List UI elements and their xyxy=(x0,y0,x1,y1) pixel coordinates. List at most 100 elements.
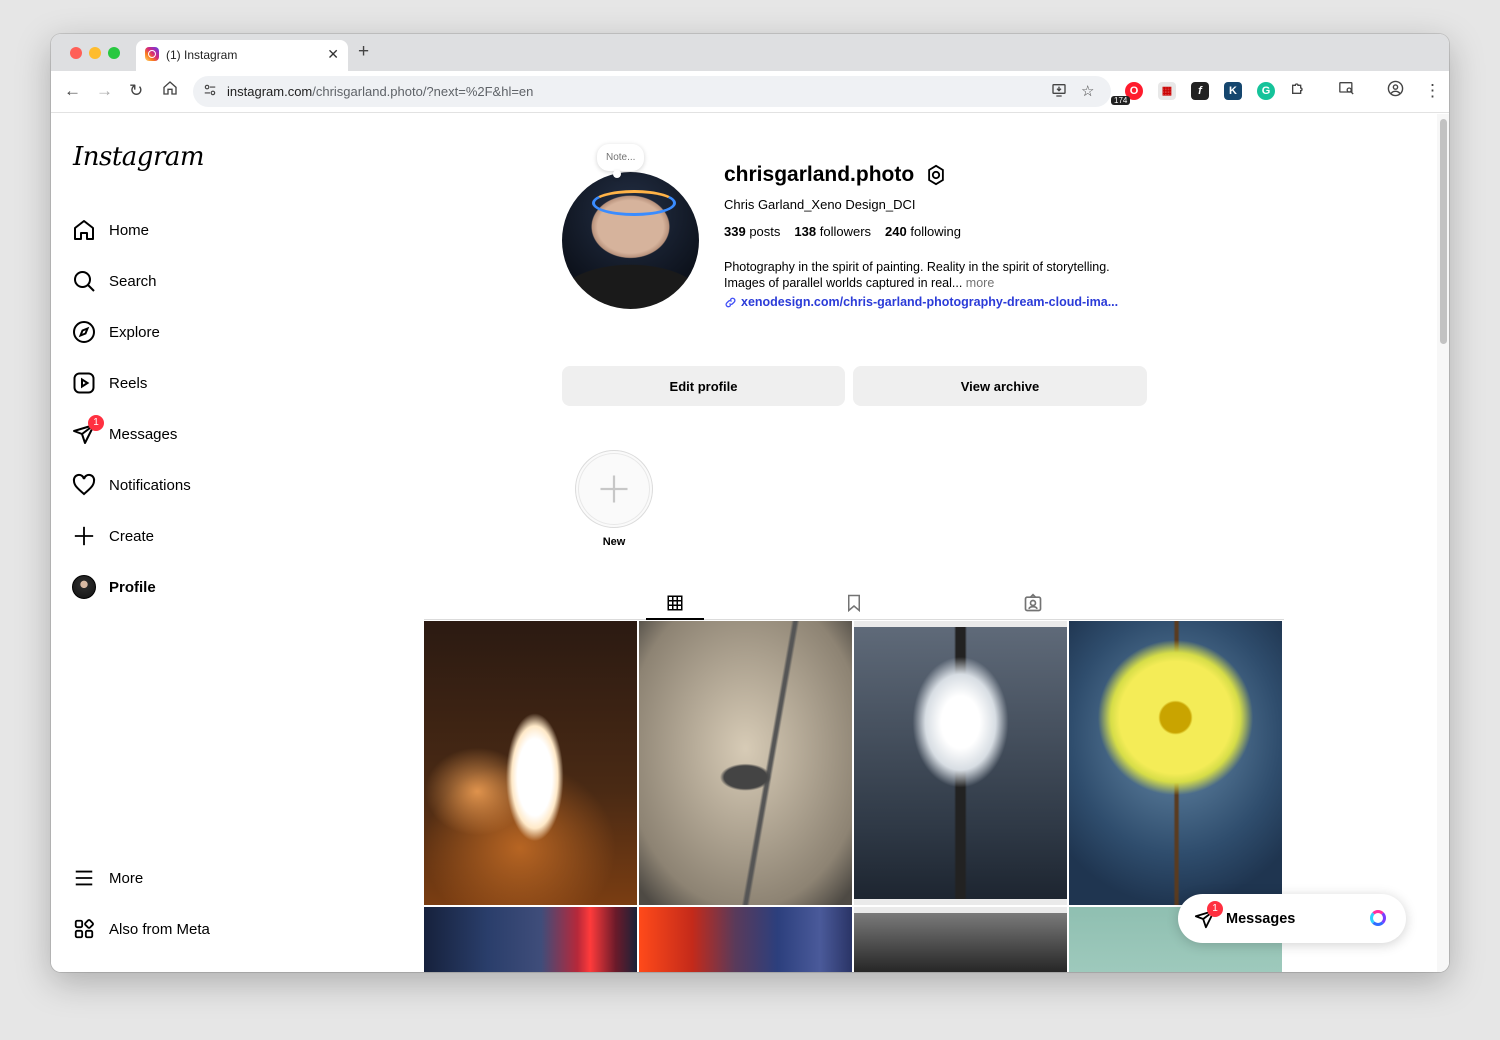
plus-icon xyxy=(600,475,628,503)
extension-badge: 174 xyxy=(1111,96,1131,105)
grammarly-extension-icon[interactable]: G xyxy=(1257,82,1275,100)
new-story-label: New xyxy=(602,536,626,548)
meta-ai-ring-icon[interactable] xyxy=(1370,910,1386,926)
forward-icon[interactable]: → xyxy=(96,80,113,102)
sidebar-item-label: Create xyxy=(109,527,155,545)
profile-username: chrisgarland.photo xyxy=(724,163,915,186)
reload-icon[interactable]: ↻ xyxy=(129,80,143,102)
profile-bio: Photography in the spirit of painting. R… xyxy=(724,260,1110,290)
settings-gear-icon[interactable] xyxy=(925,164,947,191)
sidebar-item-home[interactable]: Home xyxy=(71,215,149,245)
messenger-icon: 1 xyxy=(71,415,104,447)
profile-website-link[interactable]: xenodesign.com/chris-garland-photography… xyxy=(724,295,1118,309)
grid-icon xyxy=(667,595,683,611)
sidebar-item-notifications[interactable]: Notifications xyxy=(71,470,191,500)
post-thumbnail[interactable] xyxy=(424,621,637,905)
sidebar-item-label: Home xyxy=(109,221,150,239)
sidebar-item-search[interactable]: Search xyxy=(71,266,157,296)
tab-close-icon[interactable]: ✕ xyxy=(327,46,339,63)
notification-badge: 1 xyxy=(1207,900,1223,917)
plus-icon xyxy=(71,523,97,549)
tabs-divider xyxy=(424,619,1284,620)
window-minimize-button[interactable] xyxy=(89,47,101,59)
posts-stat: 339 posts xyxy=(724,224,781,239)
sidebar-item-also-from-meta[interactable]: Also from Meta xyxy=(71,914,210,944)
post-thumbnail[interactable] xyxy=(639,907,852,972)
link-icon xyxy=(725,297,736,307)
instagram-favicon-icon xyxy=(145,47,159,61)
sidebar-item-label: Also from Meta xyxy=(109,920,210,938)
sidebar-item-label: Search xyxy=(109,272,157,290)
followers-stat[interactable]: 138 followers xyxy=(794,224,871,239)
sidebar-item-label: Reels xyxy=(109,374,148,392)
profile-full-name: Chris Garland_Xeno Design_DCI xyxy=(724,197,916,212)
profile-avatar[interactable] xyxy=(562,172,699,309)
post-thumbnail[interactable] xyxy=(854,907,1067,972)
sidebar-item-messages[interactable]: 1 Messages xyxy=(71,415,178,449)
window-close-button[interactable] xyxy=(70,47,82,59)
sidebar-item-label: Messages xyxy=(109,425,178,443)
url-text[interactable]: instagram.com/chrisgarland.photo/?next=%… xyxy=(227,84,533,99)
bio-more-link[interactable]: more xyxy=(966,276,994,290)
compass-icon xyxy=(71,319,97,345)
new-tab-button[interactable]: + xyxy=(358,41,369,63)
home-button-icon[interactable] xyxy=(162,80,178,102)
tab-saved[interactable] xyxy=(836,588,872,618)
new-story-button[interactable] xyxy=(575,450,653,528)
sidebar-item-create[interactable]: Create xyxy=(71,521,154,551)
scrollbar-thumb[interactable] xyxy=(1440,119,1447,344)
avatar xyxy=(72,575,96,599)
back-icon[interactable]: ← xyxy=(64,80,81,102)
profile-stats: 339 posts 138 followers 240 following xyxy=(724,224,961,239)
meta-apps-icon xyxy=(71,916,97,942)
post-thumbnail[interactable] xyxy=(1069,621,1282,905)
browser-tab[interactable]: (1) Instagram ✕ xyxy=(136,40,348,71)
page-scrollbar[interactable] xyxy=(1437,114,1449,972)
bookmark-star-icon[interactable]: ☆ xyxy=(1081,82,1094,100)
tab-posts[interactable] xyxy=(646,588,704,620)
tab-search-icon[interactable] xyxy=(1338,80,1355,102)
reels-icon xyxy=(71,370,97,396)
site-settings-icon[interactable] xyxy=(203,83,217,100)
browser-window: (1) Instagram ✕ + ← → ↻ instagram.com/ch… xyxy=(51,34,1449,972)
floating-messages-label: Messages xyxy=(1226,910,1296,927)
floating-messages-button[interactable]: 1 Messages xyxy=(1178,894,1406,943)
instagram-page: Instagram Home Search Explore Reels 1 Me… xyxy=(51,114,1449,972)
account-icon[interactable] xyxy=(1387,80,1404,103)
view-archive-button[interactable]: View archive xyxy=(853,366,1147,406)
tab-title: (1) Instagram xyxy=(166,48,238,62)
post-thumbnail[interactable] xyxy=(639,621,852,905)
messenger-icon: 1 xyxy=(1194,900,1223,930)
sidebar-item-explore[interactable]: Explore xyxy=(71,317,160,347)
browser-menu-icon[interactable]: ⋮ xyxy=(1424,80,1441,102)
note-bubble[interactable]: Note... xyxy=(597,144,645,178)
sidebar-item-profile[interactable]: Profile xyxy=(71,572,156,602)
instagram-logo[interactable]: Instagram xyxy=(73,142,205,172)
post-thumbnail[interactable] xyxy=(424,907,637,972)
post-thumbnail[interactable] xyxy=(854,621,1067,905)
tagged-icon xyxy=(1024,593,1042,612)
window-maximize-button[interactable] xyxy=(108,47,120,59)
search-icon xyxy=(71,268,97,294)
browser-toolbar: ← → ↻ instagram.com/chrisgarland.photo/?… xyxy=(51,71,1449,113)
tab-tagged[interactable] xyxy=(1015,588,1051,618)
sidebar-item-label: More xyxy=(109,869,144,887)
following-stat[interactable]: 240 following xyxy=(885,224,961,239)
notification-badge: 1 xyxy=(88,415,104,431)
sidebar-item-label: Notifications xyxy=(109,476,191,494)
tab-strip: (1) Instagram ✕ + xyxy=(51,34,1449,71)
sidebar-item-label: Profile xyxy=(109,578,156,596)
heart-icon xyxy=(71,472,97,498)
extensions-puzzle-icon[interactable] xyxy=(1290,80,1306,102)
sidebar-item-reels[interactable]: Reels xyxy=(71,368,147,398)
sidebar-item-more[interactable]: More xyxy=(71,863,143,893)
menu-icon xyxy=(71,865,97,891)
sidebar-item-label: Explore xyxy=(109,323,160,341)
kami-extension-icon[interactable]: K xyxy=(1224,82,1242,100)
font-extension-icon[interactable]: f xyxy=(1191,82,1209,100)
install-app-icon[interactable] xyxy=(1051,82,1067,102)
address-bar[interactable]: instagram.com/chrisgarland.photo/?next=%… xyxy=(193,76,1111,107)
calendar-extension-icon[interactable]: ▦ xyxy=(1158,82,1176,100)
bookmark-icon xyxy=(848,594,860,612)
edit-profile-button[interactable]: Edit profile xyxy=(562,366,845,406)
